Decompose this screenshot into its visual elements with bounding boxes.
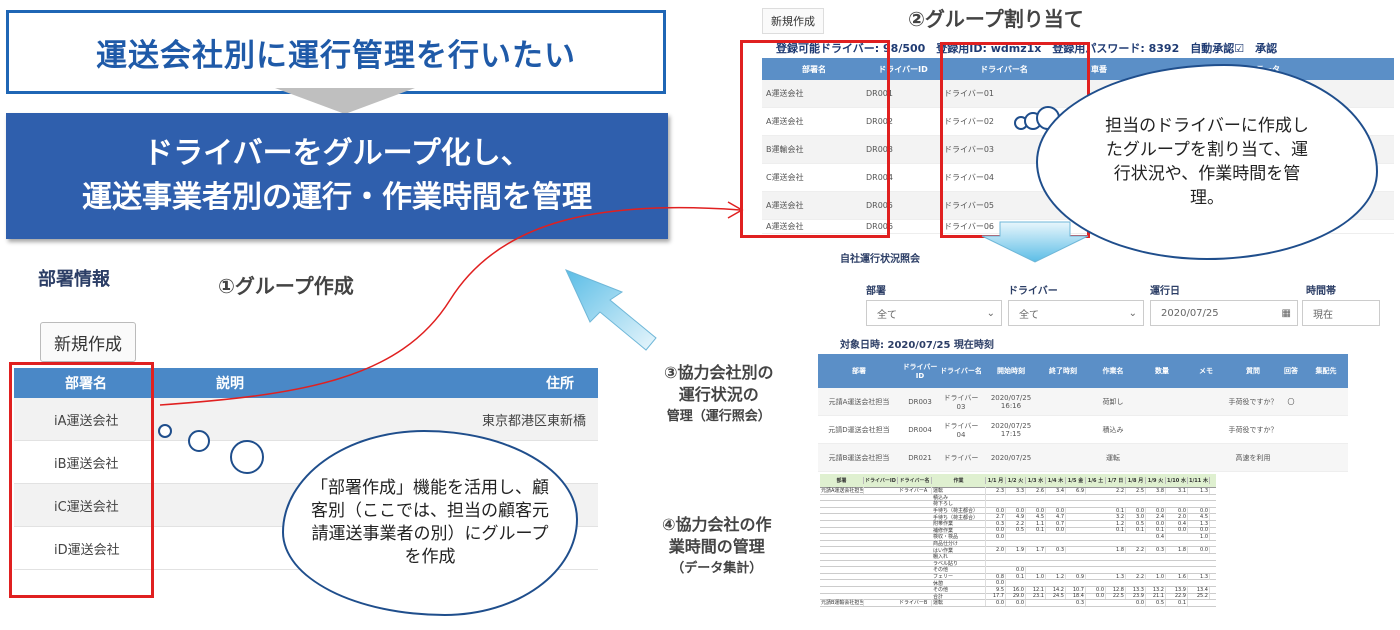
up-left-arrow-icon xyxy=(565,269,657,351)
down-arrow-right-icon xyxy=(981,221,1089,263)
callout-group-assignment-text: 担当のドライバーに作成したグループを割り当て、運行状況や、作業時間を管理。 xyxy=(1105,116,1309,208)
callout-group-assignment: 担当のドライバーに作成したグループを割り当て、運行状況や、作業時間を管理。 xyxy=(1036,64,1378,260)
callout-group-creation-text: 「部署作成」機能を活用し、顧客別（ここでは、担当の顧客元請運送事業者の別）にグル… xyxy=(311,478,549,567)
thought-bubble-dot xyxy=(158,424,172,438)
thought-bubble-dot xyxy=(188,430,210,452)
callout-group-creation: 「部署作成」機能を活用し、顧客別（ここでは、担当の顧客元請運送事業者の別）にグル… xyxy=(282,430,578,616)
connector-curve xyxy=(159,206,741,406)
thought-bubble-dot xyxy=(230,440,264,474)
